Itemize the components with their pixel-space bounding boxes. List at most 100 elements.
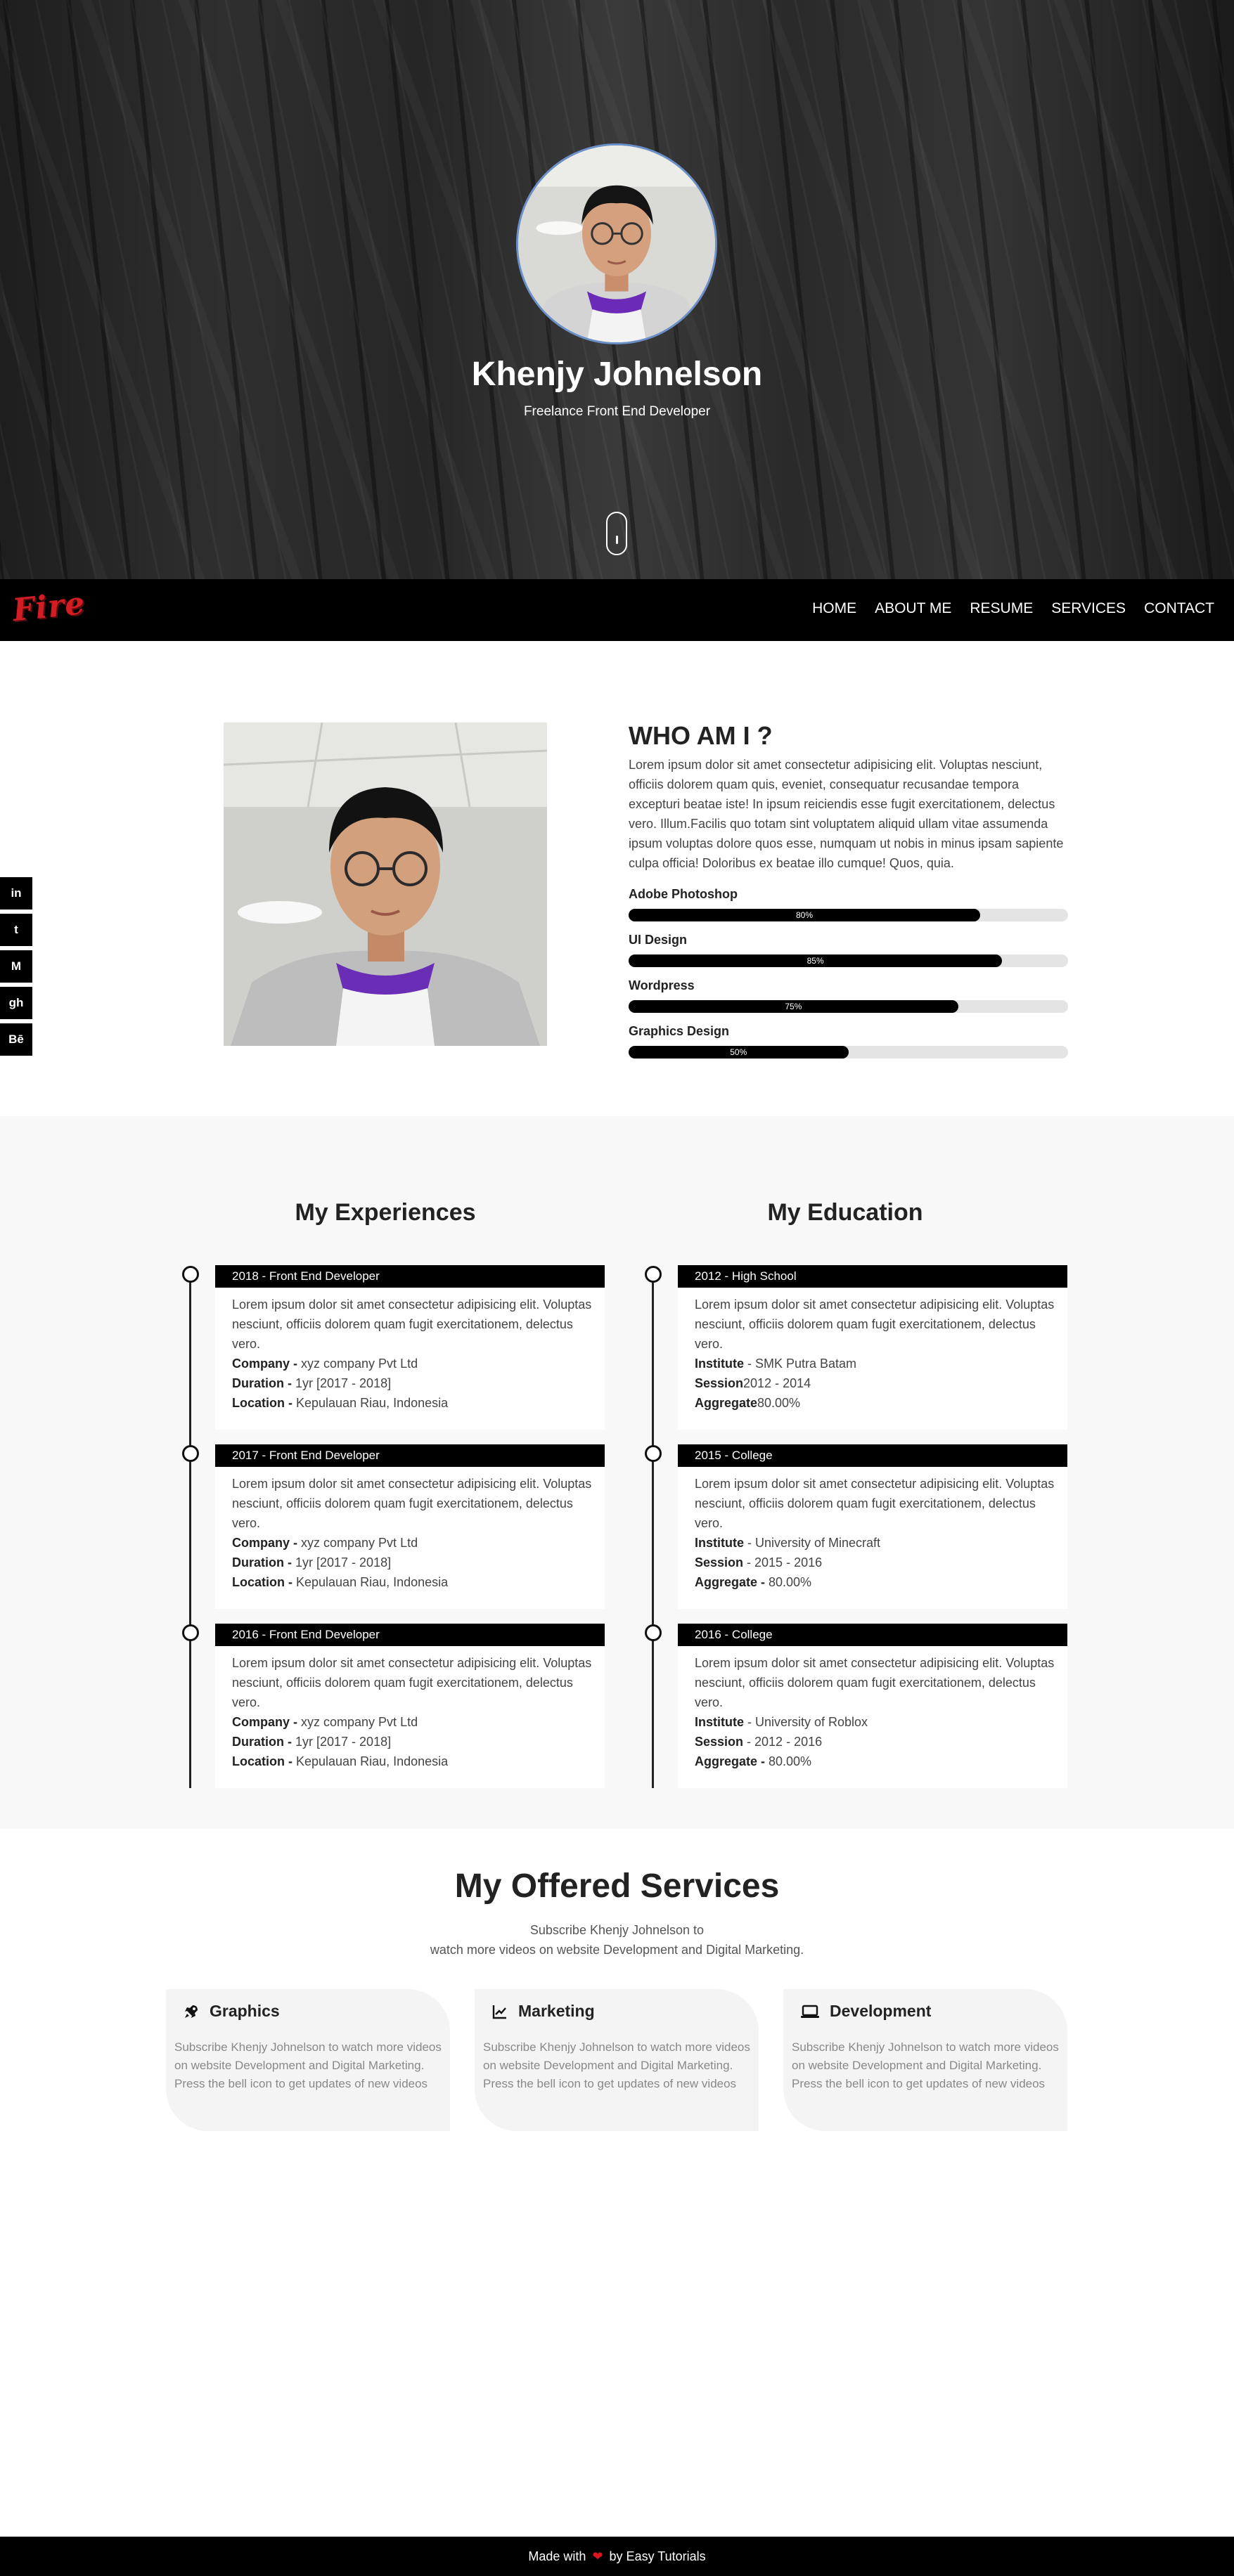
hero-portrait-image [518, 145, 715, 342]
card-body: Lorem ipsum dolor sit amet consectetur a… [215, 1467, 605, 1609]
timeline-dot [182, 1445, 199, 1462]
card-body: Lorem ipsum dolor sit amet consectetur a… [215, 1646, 605, 1788]
card-line: Institute - University of Minecraft [695, 1536, 881, 1550]
card-text: Lorem ipsum dolor sit amet consectetur a… [232, 1477, 592, 1530]
card-body: Lorem ipsum dolor sit amet consectetur a… [678, 1646, 1067, 1788]
card-text: Lorem ipsum dolor sit amet consectetur a… [695, 1656, 1055, 1709]
card-line: Duration - 1yr [2017 - 2018] [232, 1735, 392, 1749]
card-line: Aggregate - 80.00% [695, 1754, 812, 1768]
card-line: Location - Kepulauan Riau, Indonesia [232, 1754, 449, 1768]
card-line: Aggregate80.00% [695, 1396, 801, 1410]
card-line: Session2012 - 2014 [695, 1376, 811, 1390]
experience-title: My Experiences [295, 1199, 476, 1226]
linkedin-icon[interactable]: in [0, 877, 32, 910]
skill-percent: 75% [785, 1002, 802, 1011]
service-card-title: Development [830, 2002, 932, 2020]
card-heading: 2015 - College [678, 1444, 1067, 1467]
skill-name: Wordpress [629, 978, 695, 992]
card-line: Institute - SMK Putra Batam [695, 1357, 857, 1371]
card-line: Location - Kepulauan Riau, Indonesia [232, 1396, 449, 1410]
main-navbar: Fire HOME ABOUT ME RESUME SERVICES CONTA… [0, 579, 1234, 641]
chart-line-icon [492, 2005, 506, 2019]
service-card-heading: Graphics [183, 2002, 280, 2021]
card-line: Session - 2015 - 2016 [695, 1555, 823, 1569]
card-line: Duration - 1yr [2017 - 2018] [232, 1555, 392, 1569]
card-line: Location - Kepulauan Riau, Indonesia [232, 1575, 449, 1589]
about-title: WHO AM I ? [629, 721, 773, 750]
github-icon[interactable]: gh [0, 987, 32, 1019]
service-card-marketing: Marketing Subscribe Khenjy Johnelson to … [475, 1989, 759, 2131]
hero-section: Khenjy Johnelson Freelance Front End Dev… [0, 0, 1234, 579]
card-line: Session - 2012 - 2016 [695, 1735, 823, 1749]
skill-percent: 50% [730, 1047, 747, 1057]
services-subtitle: Subscribe Khenjy Johnelson to watch more… [430, 1923, 804, 1957]
behance-icon[interactable]: Bē [0, 1023, 32, 1056]
service-card-title: Marketing [518, 2002, 595, 2020]
skill-wordpress: Wordpress 75% [629, 978, 1068, 1013]
service-card-text: Subscribe Khenjy Johnelson to watch more… [483, 2040, 750, 2090]
card-line: Company - xyz company Pvt Ltd [232, 1715, 418, 1729]
service-card-graphics: Graphics Subscribe Khenjy Johnelson to w… [166, 1989, 450, 2131]
nav-item-resume[interactable]: RESUME [970, 600, 1033, 617]
nav-item-services[interactable]: SERVICES [1051, 600, 1126, 617]
site-logo[interactable]: Fire [11, 585, 87, 629]
hero-subtitle: Freelance Front End Developer [523, 404, 711, 419]
hero-name: Khenjy Johnelson [471, 356, 763, 393]
service-card-heading: Marketing [491, 2002, 595, 2021]
card-body: Lorem ipsum dolor sit amet consectetur a… [678, 1288, 1067, 1430]
experience-card: 2017 - Front End Developer Lorem ipsum d… [215, 1444, 605, 1609]
card-line: Institute - University of Roblox [695, 1715, 868, 1729]
card-heading: 2016 - Front End Developer [215, 1624, 605, 1646]
card-text: Lorem ipsum dolor sit amet consectetur a… [695, 1477, 1055, 1530]
card-line: Company - xyz company Pvt Ltd [232, 1536, 418, 1550]
skill-graphics-design: Graphics Design 50% [629, 1024, 1068, 1059]
education-card: 2012 - High School Lorem ipsum dolor sit… [678, 1265, 1067, 1430]
skill-name: Adobe Photoshop [629, 887, 738, 901]
card-text: Lorem ipsum dolor sit amet consectetur a… [695, 1297, 1055, 1351]
service-card-text: Subscribe Khenjy Johnelson to watch more… [174, 2040, 442, 2090]
nav-item-home[interactable]: HOME [812, 600, 856, 617]
timeline-dot [645, 1445, 662, 1462]
service-card-development: Development Subscribe Khenjy Johnelson t… [783, 1989, 1067, 2131]
card-line: Duration - 1yr [2017 - 2018] [232, 1376, 392, 1390]
twitch-icon[interactable]: t [0, 914, 32, 946]
card-heading: 2017 - Front End Developer [215, 1444, 605, 1467]
about-text: Lorem ipsum dolor sit amet consectetur a… [629, 758, 1064, 870]
skill-name: UI Design [629, 933, 688, 947]
service-card-heading: Development [800, 2002, 931, 2021]
card-line: Company - xyz company Pvt Ltd [232, 1357, 418, 1371]
nav-item-about[interactable]: ABOUT ME [875, 600, 951, 617]
heart-icon: ❤ [592, 2549, 603, 2563]
skill-percent: 85% [806, 956, 824, 966]
card-body: Lorem ipsum dolor sit amet consectetur a… [215, 1288, 605, 1430]
footer-text-before: Made with [528, 2549, 586, 2563]
timeline-dot [182, 1266, 199, 1283]
skill-bar: 80% [629, 909, 1068, 921]
laptop-icon [801, 2005, 819, 2018]
scroll-down-mouse-icon[interactable] [606, 512, 627, 555]
about-photo [224, 723, 547, 1046]
service-card-text: Subscribe Khenjy Johnelson to watch more… [792, 2040, 1059, 2090]
timeline-dot [182, 1624, 199, 1641]
service-card-title: Graphics [210, 2002, 280, 2020]
timeline-dot [645, 1266, 662, 1283]
card-heading: 2018 - Front End Developer [215, 1265, 605, 1288]
rocket-icon [185, 2005, 198, 2018]
experience-timeline-line [189, 1275, 191, 1788]
education-timeline-line [652, 1275, 654, 1788]
skill-ui-design: UI Design 85% [629, 933, 1068, 967]
experience-card: 2018 - Front End Developer Lorem ipsum d… [215, 1265, 605, 1430]
medium-icon[interactable]: M [0, 950, 32, 983]
services-title: My Offered Services [454, 1868, 780, 1905]
nav-menu: HOME ABOUT ME RESUME SERVICES CONTACT [794, 600, 1214, 617]
timeline-dot [645, 1624, 662, 1641]
skill-percent: 80% [795, 910, 814, 920]
skill-bar: 75% [629, 1000, 1068, 1013]
card-text: Lorem ipsum dolor sit amet consectetur a… [232, 1656, 592, 1709]
skill-bar: 50% [629, 1046, 1068, 1059]
skill-bar: 85% [629, 954, 1068, 967]
footer-text-after: by Easy Tutorials [609, 2549, 706, 2563]
nav-item-contact[interactable]: CONTACT [1144, 600, 1214, 617]
social-links: in t M gh Bē [0, 877, 32, 1060]
about-portrait-image [224, 723, 547, 1046]
